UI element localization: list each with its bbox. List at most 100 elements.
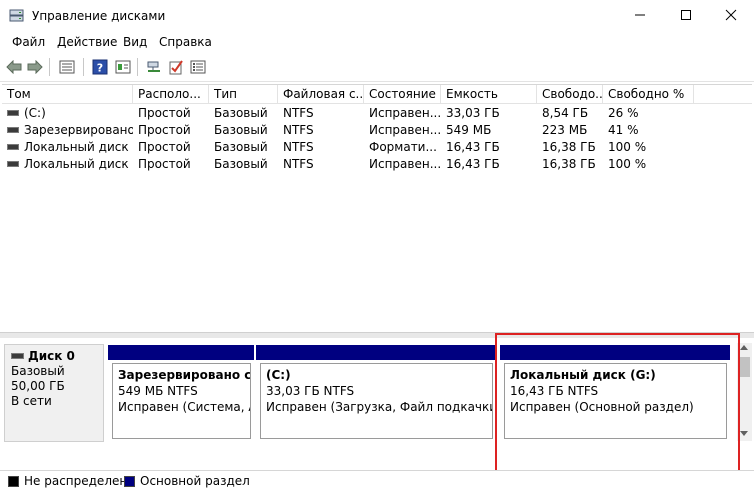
volume-name: Локальный диск xyxy=(24,140,129,154)
check-icon xyxy=(169,60,183,75)
disk-0-label[interactable]: Диск 0 Базовый 50,00 ГБ В сети xyxy=(4,344,104,442)
partition-stripe xyxy=(108,345,254,360)
properties-button[interactable] xyxy=(114,58,132,76)
drive-icon xyxy=(7,109,19,116)
partition-reserved[interactable]: Зарезервировано сист 549 МБ NTFS Исправе… xyxy=(108,345,254,442)
table-cell: Базовый xyxy=(214,140,268,154)
connect-icon xyxy=(147,61,160,72)
disk-management-app-icon xyxy=(9,9,24,22)
partition-body: Зарезервировано сист 549 МБ NTFS Исправе… xyxy=(112,363,251,439)
table-cell: Базовый xyxy=(214,106,268,120)
settings-list-icon xyxy=(190,60,206,74)
partition-name: Локальный диск (G:) xyxy=(510,368,656,382)
partition-size: 33,03 ГБ NTFS xyxy=(266,384,355,398)
column-header-layout[interactable]: Располо... xyxy=(133,85,209,104)
scroll-up-icon[interactable] xyxy=(740,345,748,350)
drive-icon xyxy=(7,126,19,133)
toolbar-separator xyxy=(137,58,138,76)
table-cell: Простой xyxy=(138,106,191,120)
close-button[interactable] xyxy=(708,0,754,30)
scroll-thumb[interactable] xyxy=(739,357,750,377)
window-title: Управление дисками xyxy=(32,9,166,23)
partition-size: 16,43 ГБ NTFS xyxy=(510,384,599,398)
drive-icon xyxy=(7,160,19,167)
column-header-filesystem[interactable]: Файловая с... xyxy=(278,85,364,104)
table-cell: 41 % xyxy=(608,123,639,137)
column-header-type[interactable]: Тип xyxy=(209,85,278,104)
partition-body: (C:) 33,03 ГБ NTFS Исправен (Загрузка, Ф… xyxy=(260,363,493,439)
column-header-free-space[interactable]: Свободо... xyxy=(537,85,603,104)
table-cell: Базовый xyxy=(214,157,268,171)
title-bar: Управление дисками xyxy=(0,0,754,32)
scroll-down-icon[interactable] xyxy=(740,431,748,436)
toolbar-separator xyxy=(83,58,84,76)
table-cell: 8,54 ГБ xyxy=(542,106,589,120)
column-header-status[interactable]: Состояние xyxy=(364,85,441,104)
volume-name: Локальный диск (... xyxy=(24,157,133,171)
table-cell: 16,38 ГБ xyxy=(542,157,596,171)
partition-stripe xyxy=(256,345,496,360)
forward-arrow-icon xyxy=(27,60,43,74)
table-cell: Исправен... xyxy=(369,157,441,171)
table-cell: NTFS xyxy=(283,157,314,171)
help-icon: ? xyxy=(92,59,108,75)
volume-name: Зарезервировано... xyxy=(24,123,133,137)
partition-c[interactable]: (C:) 33,03 ГБ NTFS Исправен (Загрузка, Ф… xyxy=(256,345,496,442)
table-cell: Простой xyxy=(138,140,191,154)
table-cell: 26 % xyxy=(608,106,639,120)
minimize-icon xyxy=(635,14,645,16)
column-header-volume[interactable]: Том xyxy=(2,85,133,104)
table-cell: 16,38 ГБ xyxy=(542,140,596,154)
menu-view[interactable]: Вид xyxy=(123,35,147,49)
legend-label: Не распределена xyxy=(24,474,135,488)
forward-button[interactable] xyxy=(26,58,44,76)
table-row[interactable]: Зарезервировано... Простой Базовый NTFS … xyxy=(2,122,752,139)
volume-name-cell: Локальный диск xyxy=(2,139,133,156)
toolbar: ? xyxy=(0,53,754,82)
partition-status: Исправен (Система, Акт xyxy=(118,400,250,414)
table-cell: 16,43 ГБ xyxy=(446,140,500,154)
menu-action[interactable]: Действие xyxy=(57,35,117,49)
settings-list-button[interactable] xyxy=(189,58,207,76)
partition-status: Исправен (Загрузка, Файл подкачки, Авар xyxy=(266,400,492,414)
disk-icon xyxy=(11,352,24,359)
maximize-button[interactable] xyxy=(663,0,709,30)
table-cell: NTFS xyxy=(283,140,314,154)
back-arrow-icon xyxy=(6,60,22,74)
volume-name-cell: Локальный диск (... xyxy=(2,156,133,173)
minimize-button[interactable] xyxy=(617,0,663,30)
table-cell: Простой xyxy=(138,123,191,137)
table-row[interactable]: Локальный диск Простой Базовый NTFS Форм… xyxy=(2,139,752,156)
menu-file[interactable]: Файл xyxy=(12,35,45,49)
table-cell: Формати... xyxy=(369,140,437,154)
volume-name-cell: Зарезервировано... xyxy=(2,122,133,139)
column-header-capacity[interactable]: Емкость xyxy=(441,85,537,104)
menu-help[interactable]: Справка xyxy=(159,35,212,49)
table-row[interactable]: Локальный диск (... Простой Базовый NTFS… xyxy=(2,156,752,173)
primary-partition-swatch xyxy=(124,475,135,487)
volume-name-cell: (C:) xyxy=(2,105,133,122)
toolbar-separator xyxy=(49,58,50,76)
disk-pane-scrollbar[interactable] xyxy=(737,343,752,441)
list-view-button[interactable] xyxy=(58,58,76,76)
table-cell: 100 % xyxy=(608,140,647,154)
table-cell: 100 % xyxy=(608,157,647,171)
svg-text:?: ? xyxy=(97,62,103,75)
maximize-icon xyxy=(681,10,691,20)
back-button[interactable] xyxy=(5,58,23,76)
table-cell: Базовый xyxy=(214,123,268,137)
partition-g[interactable]: Локальный диск (G:) 16,43 ГБ NTFS Исправ… xyxy=(500,345,730,442)
legend-item-unallocated: Не распределена xyxy=(8,474,135,488)
help-button[interactable]: ? xyxy=(91,58,109,76)
volume-list: Том Располо... Тип Файловая с... Состоян… xyxy=(2,84,752,332)
column-header-free-percent[interactable]: Свободно % xyxy=(603,85,694,104)
partition-status: Исправен (Основной раздел) xyxy=(510,400,694,414)
close-icon xyxy=(725,9,737,21)
disk-graphical-pane: Диск 0 Базовый 50,00 ГБ В сети Зарезерви… xyxy=(0,338,754,466)
disk-name: Диск 0 xyxy=(28,349,75,363)
connect-button[interactable] xyxy=(145,58,163,76)
check-button[interactable] xyxy=(167,58,185,76)
partition-name: Зарезервировано сист xyxy=(118,368,251,382)
table-cell: 549 МБ xyxy=(446,123,492,137)
table-row[interactable]: (C:) Простой Базовый NTFS Исправен... 33… xyxy=(2,105,752,122)
